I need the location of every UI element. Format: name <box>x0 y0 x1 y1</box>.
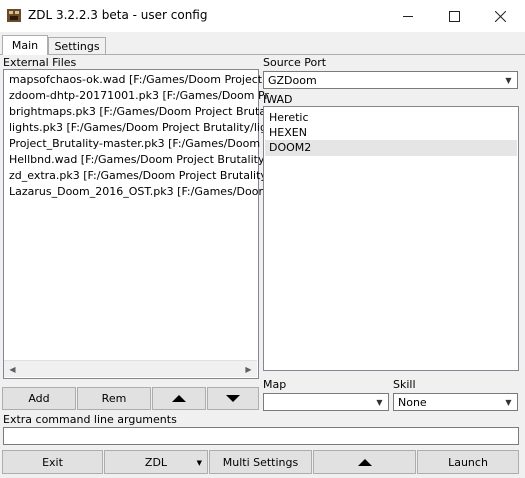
map-select[interactable]: ▼ <box>263 393 389 411</box>
extra-args-label: Extra command line arguments <box>3 413 177 426</box>
skill-label: Skill <box>393 378 416 391</box>
exit-button[interactable]: Exit <box>2 450 103 474</box>
rem-button-label: Rem <box>101 392 127 405</box>
extra-args-input[interactable] <box>3 427 519 445</box>
dropdown-arrow-icon: ▼ <box>196 459 202 467</box>
add-button[interactable]: Add <box>2 387 76 410</box>
tab-main[interactable]: Main <box>2 35 48 55</box>
iwad-label: IWAD <box>263 93 293 106</box>
horizontal-scrollbar[interactable]: ◀ ▶ <box>4 360 257 377</box>
zdl-app-icon <box>7 9 21 22</box>
map-label: Map <box>263 378 287 391</box>
list-item[interactable]: Heretic <box>269 110 309 126</box>
chevron-down-icon: ▼ <box>505 75 512 85</box>
zdl-button-label: ZDL <box>144 455 168 469</box>
tab-main-label: Main <box>11 39 39 52</box>
arrow-down-icon <box>226 395 240 402</box>
tab-divider <box>0 54 525 55</box>
tab-settings-label: Settings <box>54 40 100 53</box>
add-button-label: Add <box>28 392 50 405</box>
move-down-button[interactable] <box>207 387 259 410</box>
maximize-icon <box>448 10 460 22</box>
list-item[interactable]: zd_extra.pk3 [F:/Games/Doom Project Brut… <box>9 168 271 184</box>
list-item[interactable]: lights.pk3 [F:/Games/Doom Project Brutal… <box>9 120 267 136</box>
minimize-icon <box>403 15 413 17</box>
external-files-list[interactable]: mapsofchaos-ok.wad [F:/Games/Doom Projec… <box>3 69 271 379</box>
list-item[interactable]: brightmaps.pk3 [F:/Games/Doom Project Br… <box>9 104 266 120</box>
list-item[interactable]: Hellbnd.wad [F:/Games/Doom Project Bruta… <box>9 152 268 168</box>
list-item-selected[interactable]: DOOM2 <box>265 140 517 156</box>
source-port-value: GZDoom <box>268 74 317 87</box>
chevron-down-icon: ▼ <box>505 397 512 407</box>
rem-button[interactable]: Rem <box>77 387 151 410</box>
arrow-up-icon <box>172 395 186 402</box>
list-item[interactable]: HEXEN <box>269 125 307 141</box>
scroll-right-icon[interactable]: ▶ <box>240 361 257 377</box>
list-item[interactable]: mapsofchaos-ok.wad [F:/Games/Doom Projec… <box>9 72 262 88</box>
minimize-button[interactable] <box>385 0 431 32</box>
list-item[interactable]: zdoom-dhtp-20171001.pk3 [F:/Games/Doom P… <box>9 88 269 104</box>
external-files-label: External Files <box>3 56 77 69</box>
skill-value: None <box>398 396 427 409</box>
multi-settings-button[interactable]: Multi Settings <box>209 450 312 474</box>
exit-button-label: Exit <box>42 455 63 469</box>
tab-settings[interactable]: Settings <box>48 37 106 55</box>
launch-button[interactable]: Launch <box>417 450 519 474</box>
close-icon <box>494 10 506 22</box>
maximize-button[interactable] <box>431 0 477 32</box>
source-port-label: Source Port <box>263 56 327 69</box>
multi-settings-label: Multi Settings <box>222 455 299 469</box>
list-item[interactable]: Project_Brutality-master.pk3 [F:/Games/D… <box>9 136 270 152</box>
scroll-left-icon[interactable]: ◀ <box>4 361 21 377</box>
list-item[interactable]: Lazarus_Doom_2016_OST.pk3 [F:/Games/Doom <box>9 184 269 200</box>
zdl-menu-button[interactable]: ZDL ▼ <box>104 450 208 474</box>
skill-select[interactable]: None ▼ <box>393 393 518 411</box>
collapse-button[interactable] <box>313 450 416 474</box>
chevron-down-icon: ▼ <box>376 397 383 407</box>
arrow-up-icon <box>357 458 372 466</box>
launch-button-label: Launch <box>448 455 488 469</box>
source-port-select[interactable]: GZDoom ▼ <box>263 71 518 89</box>
move-up-button[interactable] <box>152 387 206 410</box>
window-title: ZDL 3.2.2.3 beta - user config <box>28 8 208 22</box>
close-button[interactable] <box>477 0 523 32</box>
iwad-list[interactable]: Heretic HEXEN DOOM2 <box>263 106 519 371</box>
